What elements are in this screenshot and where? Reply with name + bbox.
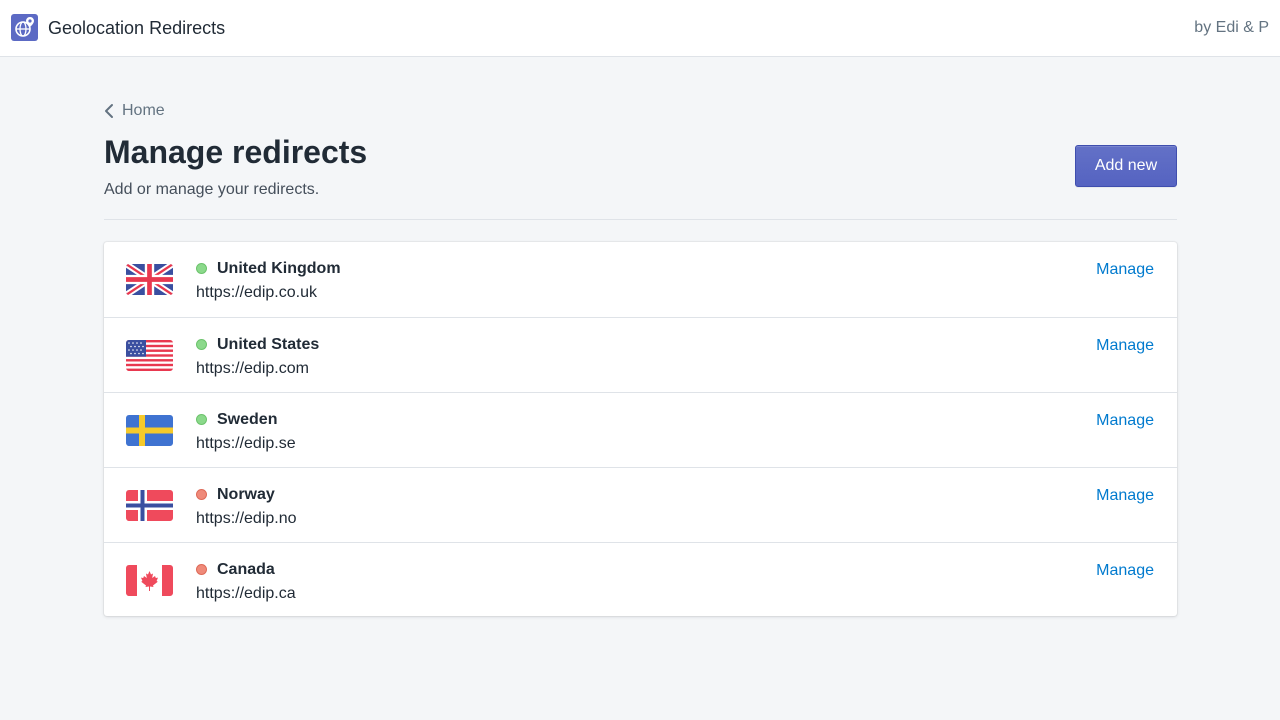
redirect-url: https://edip.se [196,435,296,452]
manage-link-united-kingdom[interactable]: Manage [1096,260,1154,280]
redirects-list: United Kingdom https://edip.co.uk Manage [104,242,1177,616]
developer-byline: by Edi & P [1194,19,1269,36]
norway-flag-icon [126,490,173,521]
add-new-button[interactable]: Add new [1075,145,1177,187]
status-indicator-active [196,339,207,350]
status-indicator-active [196,414,207,425]
country-name: Canada [217,561,275,578]
page-subtitle: Add or manage your redirects. [104,181,320,198]
status-indicator-active [196,263,207,274]
globe-pin-icon [11,14,38,41]
status-indicator-inactive [196,564,207,575]
redirect-url: https://edip.com [196,360,309,377]
redirect-url: https://edip.no [196,510,297,527]
redirect-row-canada: Canada https://edip.ca Manage [104,542,1177,617]
us-flag-icon [126,340,173,371]
redirect-url: https://edip.ca [196,585,296,602]
header-divider [104,219,1177,220]
breadcrumb-home[interactable]: Home [104,100,165,122]
status-indicator-inactive [196,489,207,500]
redirect-row-united-kingdom: United Kingdom https://edip.co.uk Manage [104,242,1177,317]
redirect-row-sweden: Sweden https://edip.se Manage [104,392,1177,467]
manage-link-norway[interactable]: Manage [1096,486,1154,506]
manage-link-sweden[interactable]: Manage [1096,411,1154,431]
redirect-url: https://edip.co.uk [196,284,317,301]
country-name: Sweden [217,411,278,428]
page-title: Manage redirects [104,134,368,170]
chevron-left-icon [105,104,113,118]
manage-link-united-states[interactable]: Manage [1096,336,1154,356]
breadcrumb-label: Home [122,102,165,119]
country-name: United States [217,336,320,353]
country-name: United Kingdom [217,260,341,277]
app-title: Geolocation Redirects [48,18,226,38]
uk-flag-icon [126,264,173,295]
redirect-row-united-states: United States https://edip.com Manage [104,317,1177,392]
country-name: Norway [217,486,275,503]
canada-flag-icon [126,565,173,596]
top-bar: Geolocation Redirects by Edi & P [0,0,1280,57]
sweden-flag-icon [126,415,173,446]
redirect-row-norway: Norway https://edip.no Manage [104,467,1177,542]
manage-link-canada[interactable]: Manage [1096,561,1154,581]
